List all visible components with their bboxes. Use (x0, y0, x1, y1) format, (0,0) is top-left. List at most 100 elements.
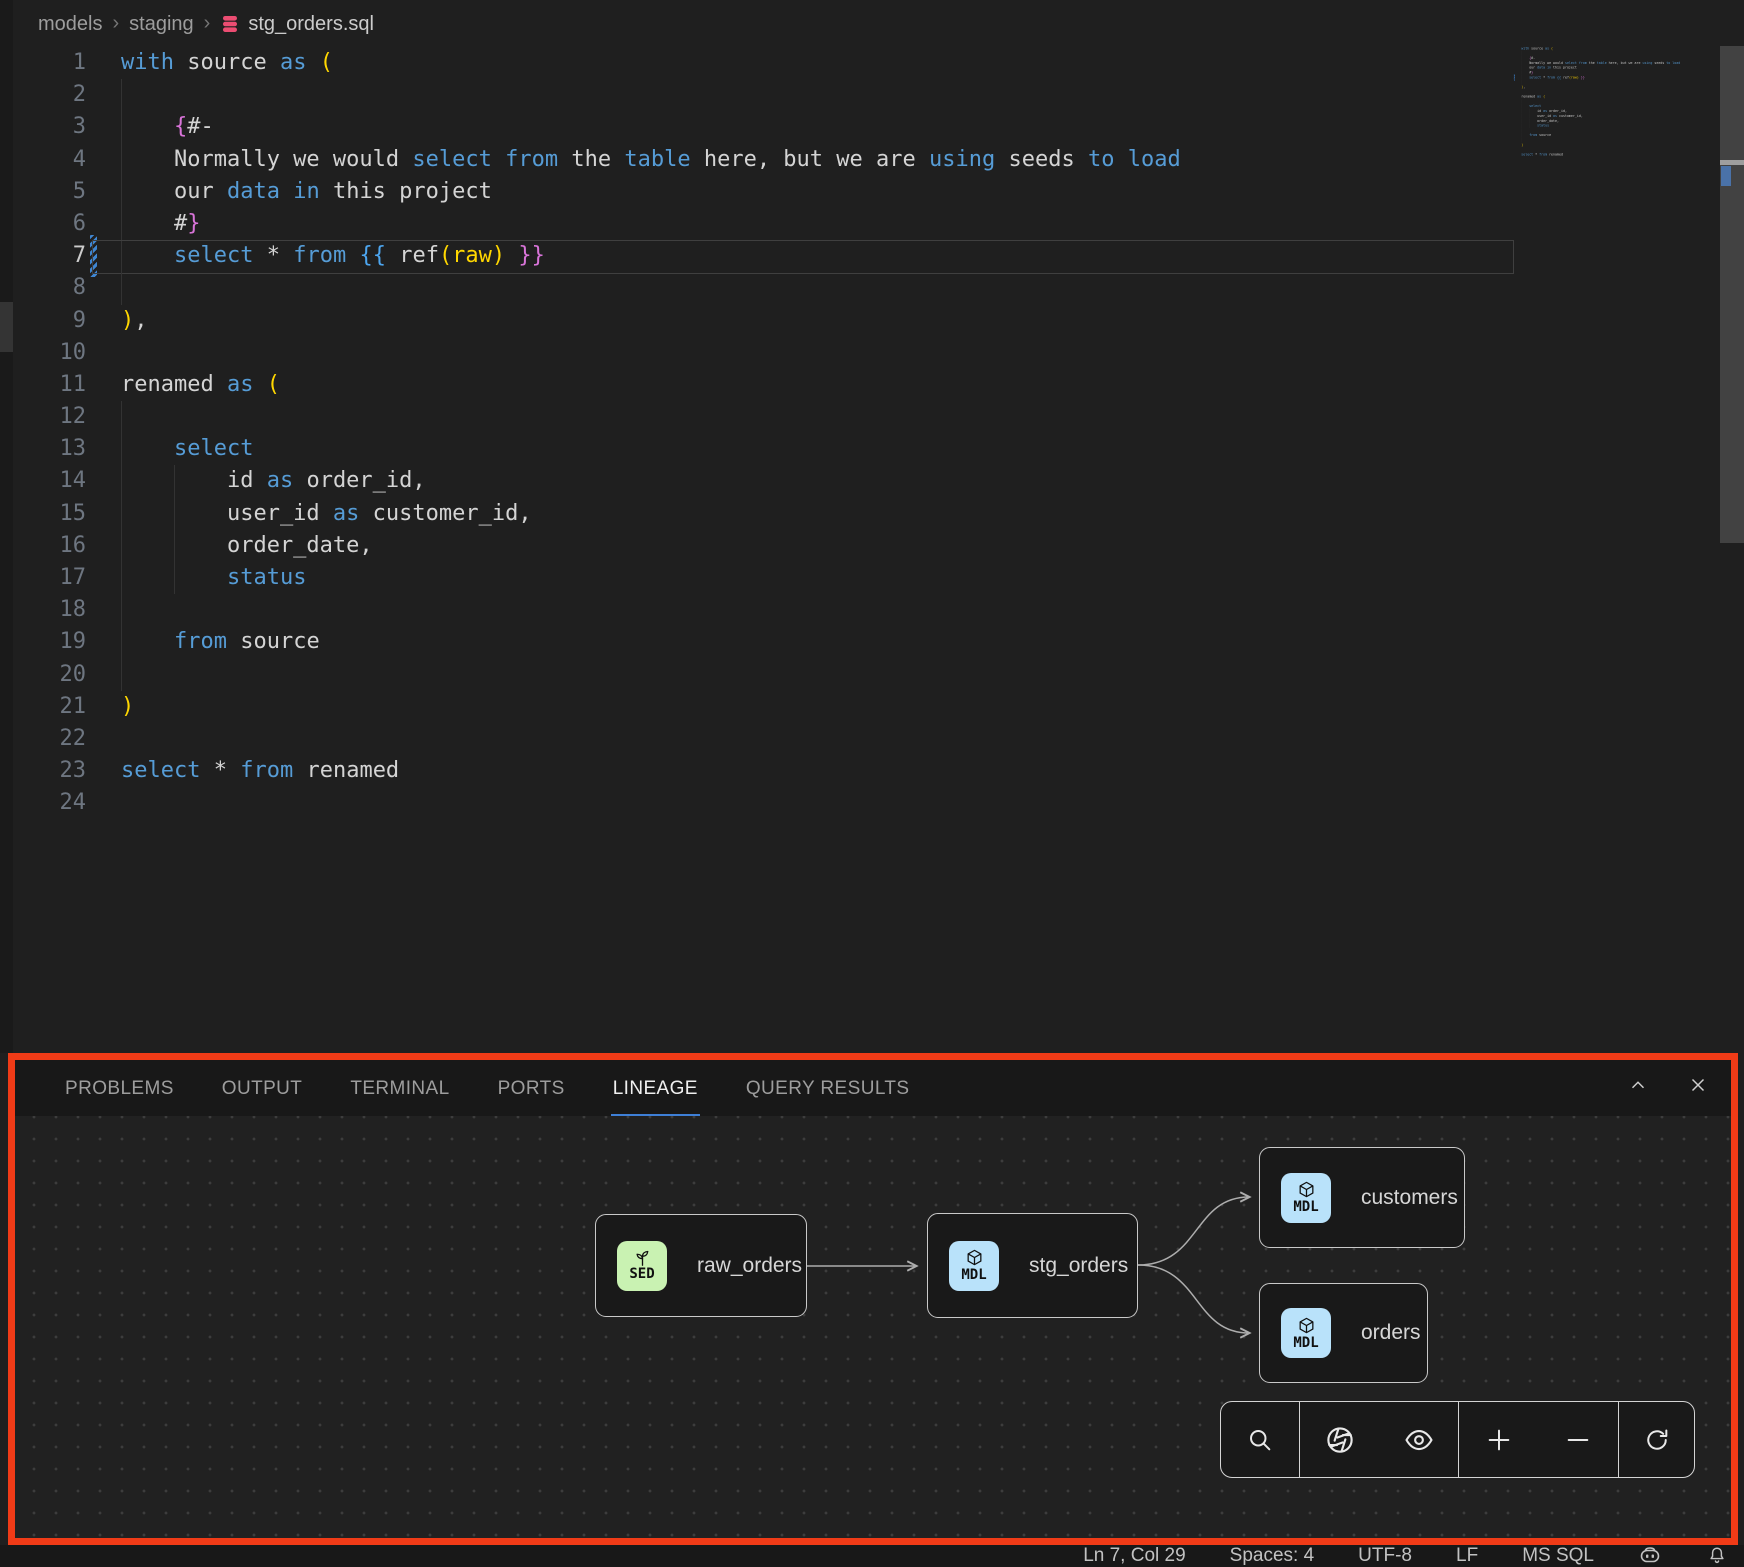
minimap[interactable]: 1with source as (23 {#-4 Normally we wou… (1516, 46, 1726, 162)
zoom-out-button[interactable] (1556, 1410, 1600, 1470)
breadcrumb-filename: stg_orders.sql (248, 13, 374, 36)
indent-guide (174, 562, 175, 594)
lineage-node-raw-orders[interactable]: SED raw_orders (595, 1214, 807, 1317)
indent-guide (121, 111, 122, 143)
badge-label: MDL (961, 1267, 986, 1283)
model-badge: MDL (1281, 1308, 1331, 1358)
zoom-out-icon (1564, 1426, 1592, 1454)
tab-ports[interactable]: PORTS (496, 1078, 567, 1116)
editor-scrollbar[interactable] (1720, 46, 1744, 543)
lineage-node-customers[interactable]: MDL customers (1259, 1147, 1465, 1248)
code-line-15[interactable]: 15 user_id as customer_id, (0, 498, 1520, 530)
refresh-icon (1643, 1426, 1671, 1454)
panel-actions (1627, 1074, 1709, 1096)
code-line-10[interactable]: 10 (0, 337, 1520, 369)
seed-badge: SED (617, 1241, 667, 1291)
badge-label: MDL (1293, 1199, 1318, 1215)
code-line-19[interactable]: 19 from source (0, 626, 1520, 658)
cube-icon (1297, 1180, 1316, 1199)
indent-guide (121, 433, 122, 465)
breadcrumb-file[interactable]: stg_orders.sql (220, 13, 374, 36)
indent-guide (121, 498, 122, 530)
database-icon (220, 14, 240, 34)
chevron-up-icon[interactable] (1627, 1074, 1649, 1096)
code-editor[interactable]: 1with source as (23 {#-4 Normally we wou… (0, 47, 1520, 820)
indent-guide (121, 176, 122, 208)
status-spaces-4[interactable]: Spaces: 4 (1230, 1545, 1315, 1567)
breadcrumb-models[interactable]: models (38, 13, 102, 36)
status-items: Ln 7, Col 29 Spaces: 4 UTF-8 LF MS SQL (1083, 1545, 1594, 1567)
indent-guide (174, 465, 175, 497)
code-line-16[interactable]: 16 order_date, (0, 530, 1520, 562)
code-line-12[interactable]: 12 (0, 401, 1520, 433)
code-line-14[interactable]: 14 id as order_id, (0, 465, 1520, 497)
aperture-icon (1325, 1425, 1355, 1455)
tab-problems[interactable]: PROBLEMS (63, 1078, 176, 1116)
code-line-11[interactable]: 11renamed as ( (0, 369, 1520, 401)
search-icon (1246, 1426, 1274, 1454)
bell-icon[interactable] (1706, 1545, 1728, 1567)
code-line-18[interactable]: 18 (0, 594, 1520, 626)
lineage-canvas[interactable]: SED raw_orders MDL stg_orders (15, 1116, 1731, 1538)
model-badge: MDL (1281, 1173, 1331, 1223)
code-line-6[interactable]: 6 #} (0, 208, 1520, 240)
lineage-node-stg-orders[interactable]: MDL stg_orders (927, 1213, 1138, 1318)
overview-ruler-mark (1720, 160, 1744, 165)
tab-query-results[interactable]: QUERY RESULTS (744, 1078, 912, 1116)
refresh-button[interactable] (1635, 1410, 1679, 1470)
aperture-button[interactable] (1318, 1410, 1362, 1470)
code-line-17[interactable]: 17 status (0, 562, 1520, 594)
code-line-3[interactable]: 3 {#- (0, 111, 1520, 143)
indent-guide (121, 79, 122, 111)
tab-terminal[interactable]: TERMINAL (348, 1078, 451, 1116)
vscode-window: models › staging › stg_orders.sql 1with … (0, 0, 1744, 1567)
code-line-7[interactable]: 7 select * from {{ ref(raw) }} (0, 240, 1520, 272)
code-line-24[interactable]: 24 (1516, 157, 1726, 162)
indent-guide (174, 530, 175, 562)
code-line-13[interactable]: 13 select (0, 433, 1520, 465)
panel-tabs: PROBLEMS OUTPUT TERMINAL PORTS LINEAGE QUERY … (63, 1078, 911, 1116)
zoom-in-button[interactable] (1477, 1410, 1521, 1470)
tab-output[interactable]: OUTPUT (220, 1078, 305, 1116)
eye-icon (1404, 1425, 1434, 1455)
indent-guide (174, 498, 175, 530)
indent-guide (121, 626, 122, 658)
code-line-23[interactable]: 23select * from renamed (0, 755, 1520, 787)
lineage-node-orders[interactable]: MDL orders (1259, 1283, 1428, 1383)
close-icon[interactable] (1687, 1074, 1709, 1096)
code-line-8[interactable]: 8 (0, 272, 1520, 304)
indent-guide (121, 562, 122, 594)
breadcrumb-staging[interactable]: staging (129, 13, 194, 36)
tab-lineage[interactable]: LINEAGE (611, 1078, 700, 1116)
panel-tabbar: PROBLEMS OUTPUT TERMINAL PORTS LINEAGE QUERY … (15, 1060, 1731, 1116)
node-label: stg_orders (1029, 1254, 1128, 1278)
chevron-right-icon: › (204, 12, 211, 35)
indent-guide (121, 530, 122, 562)
code-line-24[interactable]: 24 (0, 787, 1520, 819)
code-line-20[interactable]: 20 (0, 659, 1520, 691)
bottom-panel-highlighted: PROBLEMS OUTPUT TERMINAL PORTS LINEAGE QUERY … (8, 1053, 1738, 1545)
search-button[interactable] (1238, 1410, 1282, 1470)
status-utf-8[interactable]: UTF-8 (1358, 1545, 1412, 1567)
code-line-4[interactable]: 4 Normally we would select from the tabl… (0, 144, 1520, 176)
status-lf[interactable]: LF (1456, 1545, 1478, 1567)
code-line-5[interactable]: 5 our data in this project (0, 176, 1520, 208)
code-line-9[interactable]: 9), (0, 305, 1520, 337)
indent-guide (121, 144, 122, 176)
status-ln-7-col-29[interactable]: Ln 7, Col 29 (1083, 1545, 1185, 1567)
code-line-21[interactable]: 21) (0, 691, 1520, 723)
indent-guide (121, 208, 122, 240)
cube-icon (1297, 1316, 1316, 1335)
indent-guide (121, 401, 122, 433)
status-ms-sql[interactable]: MS SQL (1522, 1545, 1594, 1567)
editor-area: models › staging › stg_orders.sql 1with … (0, 0, 1744, 1053)
eye-button[interactable] (1397, 1410, 1441, 1470)
seedling-icon (633, 1249, 652, 1266)
node-label: customers (1361, 1186, 1458, 1210)
copilot-icon[interactable] (1638, 1546, 1662, 1566)
code-line-22[interactable]: 22 (0, 723, 1520, 755)
cube-icon (965, 1248, 984, 1267)
code-line-2[interactable]: 2 (0, 79, 1520, 111)
overview-modified-mark (1721, 166, 1731, 186)
code-line-1[interactable]: 1with source as ( (0, 47, 1520, 79)
